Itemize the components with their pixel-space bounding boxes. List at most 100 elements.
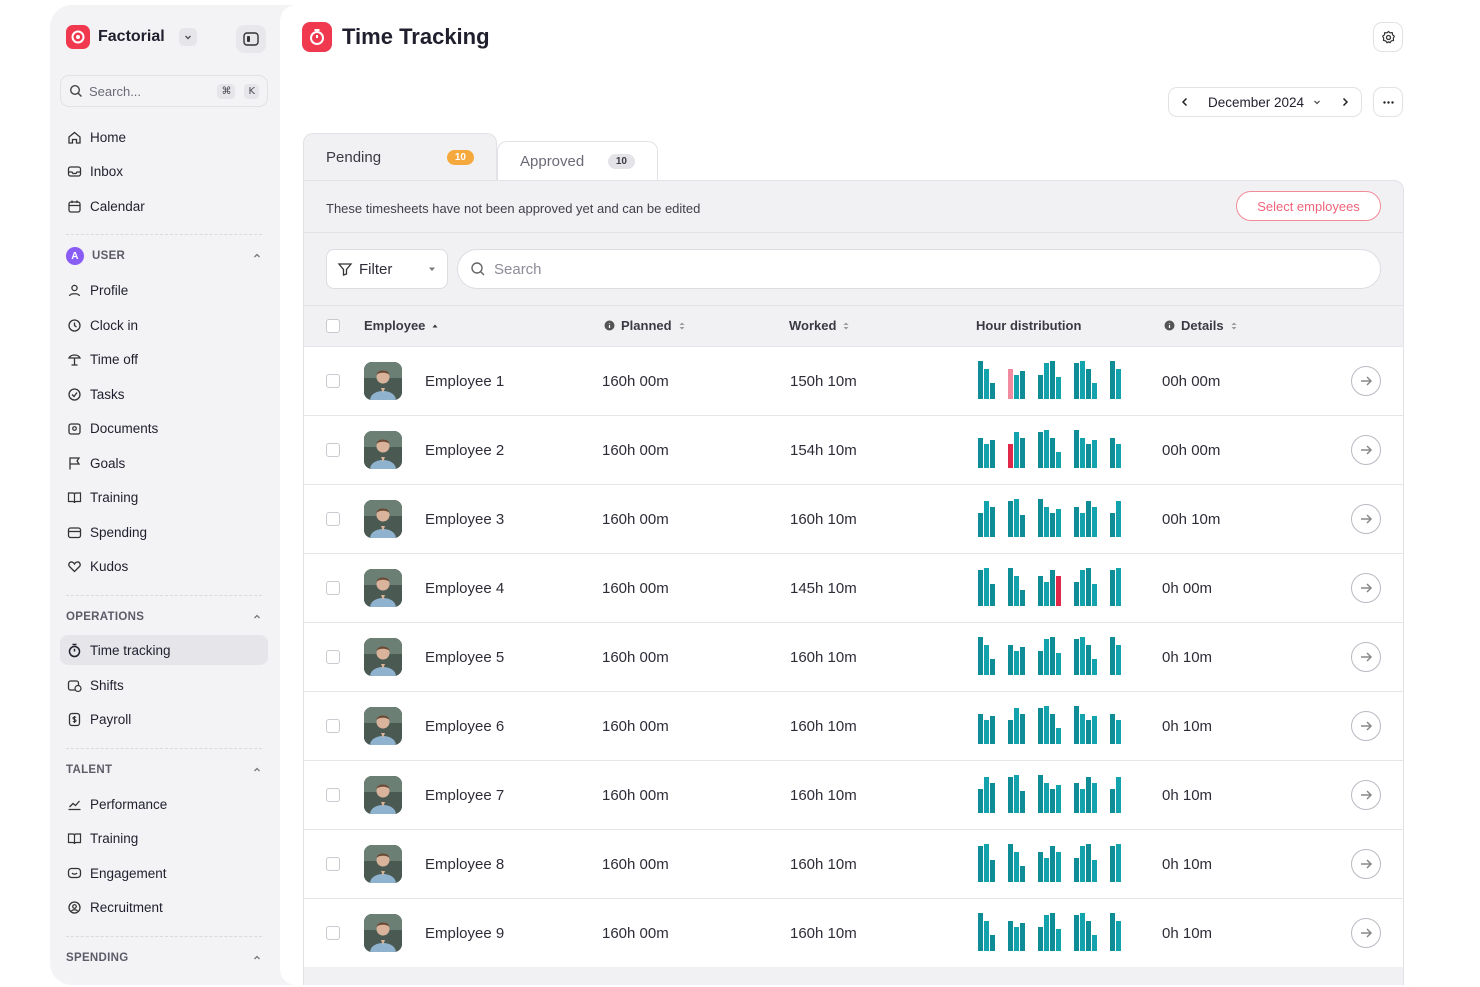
chevron-right-icon[interactable]: [1339, 96, 1351, 108]
hour-bar: [1038, 708, 1043, 744]
sidebar-item-recruitment[interactable]: Recruitment: [60, 892, 268, 922]
employee-name[interactable]: Employee 5: [425, 649, 504, 666]
sidebar-item-goals[interactable]: Goals: [60, 448, 268, 478]
sidebar-item-kudos[interactable]: Kudos: [60, 551, 268, 581]
tab-label: Approved: [520, 153, 585, 170]
column-planned[interactable]: Planned: [604, 318, 686, 333]
table-row[interactable]: Employee 5 160h 00m 160h 10m 0h 10m: [304, 622, 1403, 691]
open-timesheet-button[interactable]: [1351, 366, 1381, 396]
hour-bar: [1008, 568, 1013, 606]
collapse-sidebar-button[interactable]: [236, 25, 266, 53]
tab-approved[interactable]: Approved 10: [497, 141, 658, 181]
table-row[interactable]: Employee 8 160h 00m 160h 10m 0h 10m: [304, 829, 1403, 898]
sidebar-item-inbox[interactable]: Inbox: [60, 156, 268, 186]
column-employee[interactable]: Employee: [364, 318, 439, 333]
column-details[interactable]: Details: [1164, 318, 1238, 333]
employee-name[interactable]: Employee 2: [425, 442, 504, 459]
planned-hours: 160h 00m: [602, 510, 669, 528]
sidebar-item-clock-in[interactable]: Clock in: [60, 310, 268, 340]
section-user-header[interactable]: A USER: [66, 246, 262, 266]
employee-name[interactable]: Employee 9: [425, 925, 504, 942]
clock-icon: [68, 318, 81, 332]
employee-name[interactable]: Employee 8: [425, 856, 504, 873]
hour-bar: [1092, 783, 1097, 813]
sidebar-item-engagement[interactable]: Engagement: [60, 858, 268, 888]
row-checkbox[interactable]: [326, 512, 340, 526]
row-checkbox[interactable]: [326, 443, 340, 457]
table-row[interactable]: Employee 2 160h 00m 154h 10m 00h 00m: [304, 415, 1403, 484]
row-checkbox[interactable]: [326, 650, 340, 664]
section-operations-header[interactable]: OPERATIONS: [66, 607, 262, 627]
table-header: Employee Planned Worked Hour distributio…: [304, 305, 1403, 345]
hour-bar: [1074, 915, 1079, 951]
employee-search-input[interactable]: Search: [457, 249, 1381, 289]
sidebar-item-performance[interactable]: Performance: [60, 789, 268, 819]
row-checkbox[interactable]: [326, 788, 340, 802]
sidebar-item-training-talent[interactable]: Training: [60, 823, 268, 853]
settings-button[interactable]: [1373, 22, 1403, 52]
hour-bar: [1056, 728, 1061, 744]
hour-bar: [984, 501, 989, 537]
chevron-down-icon: [1314, 100, 1320, 105]
table-row[interactable]: Employee 7 160h 00m 160h 10m 0h 10m: [304, 760, 1403, 829]
employee-name[interactable]: Employee 6: [425, 718, 504, 735]
row-checkbox[interactable]: [326, 857, 340, 871]
tab-pending[interactable]: Pending 10: [303, 133, 497, 181]
sidebar-item-tasks[interactable]: Tasks: [60, 379, 268, 409]
sidebar-item-time-tracking[interactable]: Time tracking: [60, 635, 268, 665]
hour-bar: [1086, 369, 1091, 399]
hour-bar: [1086, 720, 1091, 744]
employee-name[interactable]: Employee 1: [425, 373, 504, 390]
open-timesheet-button[interactable]: [1351, 918, 1381, 948]
search-icon: [69, 84, 82, 97]
sidebar-item-label: Shifts: [90, 677, 124, 693]
open-timesheet-button[interactable]: [1351, 573, 1381, 603]
sidebar-item-home[interactable]: Home: [60, 122, 268, 152]
employee-name[interactable]: Employee 7: [425, 787, 504, 804]
hour-bar: [990, 383, 995, 399]
hour-bar: [1092, 860, 1097, 882]
section-spending-header[interactable]: SPENDING: [66, 948, 262, 968]
open-timesheet-button[interactable]: [1351, 642, 1381, 672]
sidebar-item-spending[interactable]: Spending: [60, 517, 268, 547]
select-employees-button[interactable]: Select employees: [1236, 191, 1381, 221]
row-checkbox[interactable]: [326, 581, 340, 595]
open-timesheet-button[interactable]: [1351, 435, 1381, 465]
more-options-button[interactable]: [1373, 87, 1403, 117]
sidebar-search-input[interactable]: Search... ⌘ K: [60, 75, 268, 107]
table-row[interactable]: Employee 9 160h 00m 160h 10m 0h 10m: [304, 898, 1403, 967]
section-talent-header[interactable]: TALENT: [66, 760, 262, 780]
open-timesheet-button[interactable]: [1351, 780, 1381, 810]
chevron-left-icon[interactable]: [1179, 96, 1191, 108]
sidebar-item-shifts[interactable]: Shifts: [60, 670, 268, 700]
sidebar-item-time-off[interactable]: Time off: [60, 344, 268, 374]
table-row[interactable]: Employee 6 160h 00m 160h 10m 0h 10m: [304, 691, 1403, 760]
workspace-switcher[interactable]: Factorial: [66, 25, 197, 49]
sidebar-item-label: Documents: [90, 420, 159, 436]
open-timesheet-button[interactable]: [1351, 504, 1381, 534]
sidebar-item-training[interactable]: Training: [60, 482, 268, 512]
row-checkbox[interactable]: [326, 926, 340, 940]
column-worked[interactable]: Worked: [789, 318, 850, 333]
open-timesheet-button[interactable]: [1351, 711, 1381, 741]
employee-name[interactable]: Employee 3: [425, 511, 504, 528]
column-hour-distribution: Hour distribution: [976, 318, 1081, 333]
table-row[interactable]: Employee 1 160h 00m 150h 10m 00h 00m: [304, 346, 1403, 415]
row-checkbox[interactable]: [326, 719, 340, 733]
employee-name[interactable]: Employee 4: [425, 580, 504, 597]
sidebar-item-calendar[interactable]: Calendar: [60, 191, 268, 221]
row-checkbox[interactable]: [326, 374, 340, 388]
filter-dropdown[interactable]: Filter: [326, 249, 448, 289]
worked-hours: 160h 10m: [790, 648, 857, 666]
sidebar-item-profile[interactable]: Profile: [60, 275, 268, 305]
month-picker[interactable]: December 2024: [1168, 87, 1362, 117]
sidebar-item-documents[interactable]: Documents: [60, 413, 268, 443]
sidebar-item-payroll[interactable]: Payroll: [60, 704, 268, 734]
table-row[interactable]: Employee 4 160h 00m 145h 10m 0h 00m: [304, 553, 1403, 622]
hour-bar: [1008, 444, 1013, 468]
select-all-checkbox[interactable]: [326, 318, 340, 333]
open-timesheet-button[interactable]: [1351, 849, 1381, 879]
hour-bar: [1110, 846, 1115, 882]
hour-bar: [1014, 499, 1019, 537]
table-row[interactable]: Employee 3 160h 00m 160h 10m 00h 10m: [304, 484, 1403, 553]
